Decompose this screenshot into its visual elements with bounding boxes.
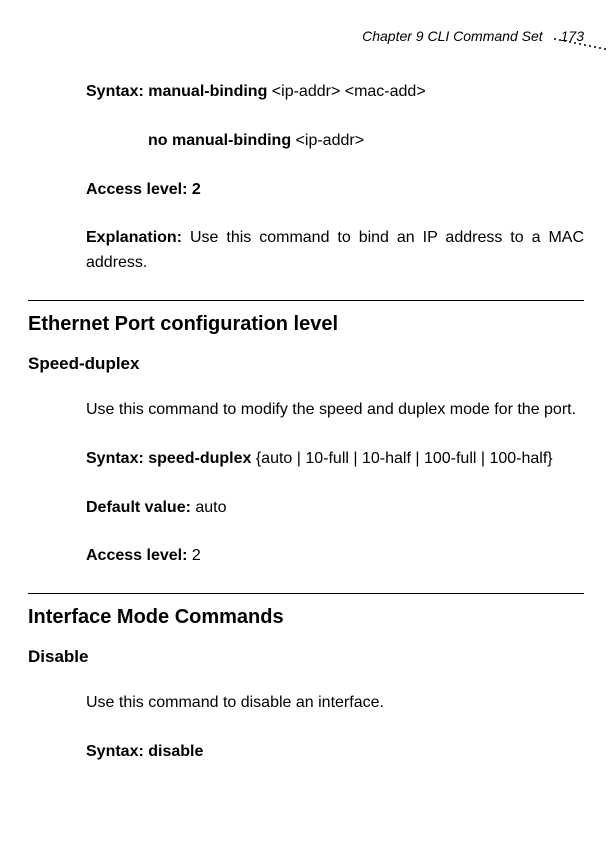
disable-block: Use this command to disable an interface… (86, 691, 584, 765)
section-divider (28, 593, 584, 594)
disable-description: Use this command to disable an interface… (86, 691, 584, 716)
syntax-label: Syntax: speed-duplex (86, 450, 251, 467)
no-form-label: no manual-binding (148, 132, 291, 149)
manual-binding-block: Syntax: manual-binding <ip-addr> <mac-ad… (86, 80, 584, 276)
page-header: Chapter 9 CLI Command Set 173 (362, 28, 584, 44)
access-level-value: 2 (187, 547, 200, 564)
manual-binding-access: Access level: 2 (86, 178, 584, 203)
syntax-label: Syntax: disable (86, 743, 203, 760)
syntax-args: {auto | 10-full | 10-half | 100-full | 1… (251, 450, 552, 467)
manual-binding-no-form: no manual-binding <ip-addr> (148, 129, 584, 154)
speed-duplex-default: Default value: auto (86, 496, 584, 521)
chapter-label: Chapter 9 CLI Command Set (362, 28, 543, 44)
header-dotted-decoration (554, 38, 609, 50)
explanation-label: Explanation: (86, 229, 182, 246)
manual-binding-explanation: Explanation: Use this command to bind an… (86, 226, 584, 276)
disable-syntax: Syntax: disable (86, 740, 584, 765)
manual-binding-syntax: Syntax: manual-binding <ip-addr> <mac-ad… (86, 80, 584, 105)
section-divider (28, 300, 584, 301)
no-form-args: <ip-addr> (291, 132, 364, 149)
page-content: Syntax: manual-binding <ip-addr> <mac-ad… (28, 80, 584, 789)
speed-duplex-block: Use this command to modify the speed and… (86, 398, 584, 569)
speed-duplex-description: Use this command to modify the speed and… (86, 398, 584, 423)
speed-duplex-heading: Speed-duplex (28, 354, 584, 374)
access-level-label: Access level: (86, 547, 187, 564)
disable-heading: Disable (28, 647, 584, 667)
access-level-label: Access level: 2 (86, 181, 201, 198)
default-value: auto (191, 499, 227, 516)
speed-duplex-syntax: Syntax: speed-duplex {auto | 10-full | 1… (86, 447, 584, 472)
speed-duplex-access: Access level: 2 (86, 544, 584, 569)
syntax-label: Syntax: manual-binding (86, 83, 267, 100)
default-label: Default value: (86, 499, 191, 516)
section-ethernet-title: Ethernet Port configuration level (28, 313, 584, 336)
section-interface-title: Interface Mode Commands (28, 606, 584, 629)
syntax-args: <ip-addr> <mac-add> (267, 83, 425, 100)
